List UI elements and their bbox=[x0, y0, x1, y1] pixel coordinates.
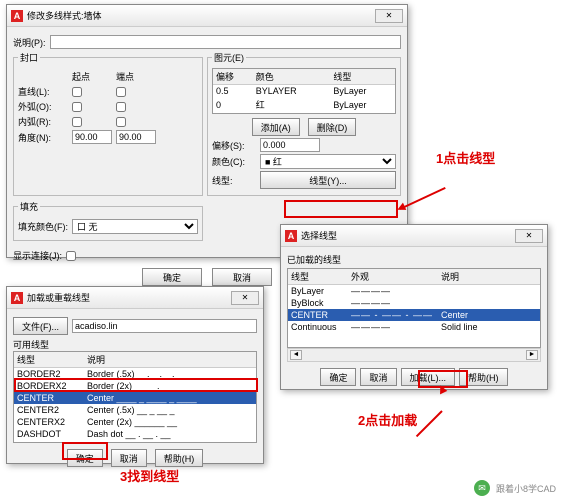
table-row: CENTER2Center (.5x) __ _ __ _ bbox=[14, 404, 256, 416]
angle-start-input[interactable] bbox=[72, 130, 112, 144]
inner-end-check[interactable] bbox=[116, 117, 126, 127]
cap-group: 封口 起点端点 直线(L): 外弧(O): 内弧(R): 角度(N): bbox=[13, 51, 203, 196]
desc-input[interactable] bbox=[50, 35, 402, 49]
delete-button[interactable]: 删除(D) bbox=[308, 118, 357, 136]
ok-button[interactable]: 确定 bbox=[67, 449, 103, 467]
linetype-list[interactable]: 线型外观说明 ByLayer———— ByBlock———— CENTER—— … bbox=[287, 268, 541, 348]
ok-button[interactable]: 确定 bbox=[320, 368, 356, 386]
line-start-check[interactable] bbox=[72, 87, 82, 97]
file-input[interactable] bbox=[72, 319, 257, 333]
table-row: 0红ByLayer bbox=[213, 97, 395, 112]
h-scrollbar[interactable]: ◄► bbox=[287, 348, 541, 362]
help-button[interactable]: 帮助(H) bbox=[155, 449, 204, 467]
table-row: -0.5BYLAYERByLayer bbox=[213, 112, 395, 114]
elements-group: 图元(E) 偏移颜色线型 0.5BYLAYERByLayer 0红ByLayer… bbox=[207, 51, 401, 196]
titlebar: A 加载或重载线型 ✕ bbox=[7, 287, 263, 309]
table-row: BORDER2Border (.5x) __.__.__.__ bbox=[14, 368, 256, 381]
titlebar: A 选择线型 ✕ bbox=[281, 225, 547, 247]
table-row-selected: CENTER—— - —— - ——Center bbox=[288, 309, 540, 321]
table-row-selected: CENTERCenter ____ _ ____ _ ____ bbox=[14, 392, 256, 404]
table-row: ByLayer———— bbox=[288, 285, 540, 298]
annotation-1: 1点击线型 bbox=[436, 148, 495, 167]
app-icon: A bbox=[285, 230, 297, 242]
app-icon: A bbox=[11, 292, 23, 304]
outer-start-check[interactable] bbox=[72, 102, 82, 112]
app-icon: A bbox=[11, 10, 23, 22]
close-icon[interactable]: ✕ bbox=[231, 291, 259, 305]
color-select[interactable]: ■ 红 bbox=[260, 154, 396, 169]
file-button[interactable]: 文件(F)... bbox=[13, 317, 68, 335]
loaded-label: 已加载的线型 bbox=[287, 253, 541, 266]
load-linetype-dialog: A 加载或重载线型 ✕ 文件(F)... 可用线型 线型说明 BORDER2Bor… bbox=[6, 286, 264, 464]
table-row: DASHDOTDash dot __ . __ . __ bbox=[14, 428, 256, 440]
footer-text: 跟着小8学CAD bbox=[496, 482, 556, 495]
add-button[interactable]: 添加(A) bbox=[252, 118, 300, 136]
cancel-button[interactable]: 取消 bbox=[111, 449, 147, 467]
table-row: 0.5BYLAYERByLayer bbox=[213, 85, 395, 98]
desc-label: 说明(P): bbox=[13, 36, 46, 49]
help-button[interactable]: 帮助(H) bbox=[459, 368, 508, 386]
window-title: 加载或重载线型 bbox=[27, 291, 90, 304]
modify-mline-style-dialog: A 修改多线样式:墙体 ✕ 说明(P): 封口 起点端点 直线(L): 外弧(O)… bbox=[6, 4, 408, 258]
start-header: 起点 bbox=[72, 70, 112, 83]
fill-color-select[interactable]: 口 无 bbox=[72, 219, 198, 234]
ok-button[interactable]: 确定 bbox=[142, 268, 202, 286]
table-row: BORDERX2Border (2x) ____ . ____ bbox=[14, 380, 256, 392]
show-joints-check[interactable] bbox=[66, 251, 76, 261]
table-row: Continuous————Solid line bbox=[288, 321, 540, 333]
cancel-button[interactable]: 取消 bbox=[212, 268, 272, 286]
outer-end-check[interactable] bbox=[116, 102, 126, 112]
end-header: 端点 bbox=[116, 70, 134, 83]
annotation-2: 2点击加载 bbox=[358, 410, 417, 429]
close-icon[interactable]: ✕ bbox=[515, 229, 543, 243]
cancel-button[interactable]: 取消 bbox=[360, 368, 396, 386]
select-linetype-dialog: A 选择线型 ✕ 已加载的线型 线型外观说明 ByLayer———— ByBloc… bbox=[280, 224, 548, 390]
fill-group: 填充 填充颜色(F):口 无 bbox=[13, 200, 203, 241]
load-button[interactable]: 加载(L)... bbox=[401, 368, 456, 386]
window-title: 修改多线样式:墙体 bbox=[27, 9, 102, 22]
offset-input[interactable] bbox=[260, 138, 320, 152]
table-row: ByBlock———— bbox=[288, 297, 540, 309]
line-end-check[interactable] bbox=[116, 87, 126, 97]
linetype-button[interactable]: 线型(Y)... bbox=[260, 171, 396, 189]
scroll-left-icon[interactable]: ◄ bbox=[290, 350, 302, 360]
table-row: CENTERX2Center (2x) ______ __ bbox=[14, 416, 256, 428]
titlebar: A 修改多线样式:墙体 ✕ bbox=[7, 5, 407, 27]
elements-list[interactable]: 偏移颜色线型 0.5BYLAYERByLayer 0红ByLayer -0.5B… bbox=[212, 68, 396, 114]
scroll-right-icon[interactable]: ► bbox=[526, 350, 538, 360]
available-list[interactable]: 线型说明 BORDER2Border (.5x) __.__.__.__ BOR… bbox=[13, 351, 257, 443]
annotation-3: 3找到线型 bbox=[120, 466, 179, 485]
window-title: 选择线型 bbox=[301, 229, 337, 242]
close-icon[interactable]: ✕ bbox=[375, 9, 403, 23]
wechat-icon: ✉ bbox=[474, 480, 490, 496]
angle-end-input[interactable] bbox=[116, 130, 156, 144]
inner-start-check[interactable] bbox=[72, 117, 82, 127]
footer: ✉ 跟着小8学CAD bbox=[474, 480, 556, 496]
available-label: 可用线型 bbox=[13, 338, 257, 351]
